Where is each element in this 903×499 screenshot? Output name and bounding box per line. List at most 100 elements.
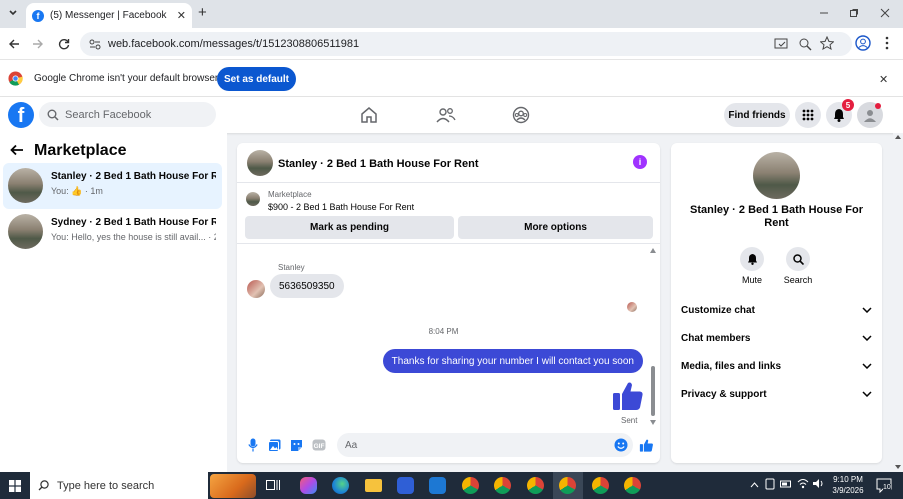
windows-start-icon[interactable] xyxy=(9,480,21,495)
taskbar-search-input[interactable]: Type here to search xyxy=(30,472,208,499)
listing-thumbnail[interactable] xyxy=(246,192,260,206)
banner-close-icon[interactable]: ✕ xyxy=(879,73,888,86)
privacy-support-row[interactable]: Privacy & support xyxy=(681,382,872,406)
photo-icon[interactable] xyxy=(266,437,282,453)
chrome-taskbar-icon[interactable] xyxy=(592,477,609,494)
task-view-icon[interactable] xyxy=(266,479,280,494)
tab-search-icon[interactable] xyxy=(6,6,20,20)
conversation-item-sydney[interactable]: Sydney · 2 Bed 1 Bath House For R... You… xyxy=(3,209,222,255)
site-info-icon[interactable] xyxy=(89,38,101,53)
home-icon[interactable] xyxy=(360,106,378,127)
listing-large-avatar[interactable] xyxy=(753,152,800,199)
scrollbar-thumb[interactable] xyxy=(651,366,655,416)
window-close-icon[interactable] xyxy=(873,4,897,22)
message-input-placeholder: Aa xyxy=(345,439,358,451)
user-tray-icon[interactable] xyxy=(765,478,775,492)
microsoft-store-icon[interactable] xyxy=(397,477,414,494)
groups-icon[interactable] xyxy=(512,106,530,127)
like-send-icon[interactable] xyxy=(638,437,654,453)
bookmark-star-icon[interactable] xyxy=(819,35,835,53)
search-conversation-button[interactable]: Search xyxy=(776,247,820,285)
chat-avatar[interactable] xyxy=(247,150,273,176)
chrome-taskbar-icon-active[interactable] xyxy=(559,477,576,494)
microphone-icon[interactable] xyxy=(245,437,261,453)
marketplace-listing-box: Marketplace $900 - 2 Bed 1 Bath House Fo… xyxy=(237,184,660,244)
friends-icon[interactable] xyxy=(436,106,456,127)
find-friends-button[interactable]: Find friends xyxy=(724,103,790,127)
sticker-icon[interactable] xyxy=(288,437,304,453)
details-title: Stanley · 2 Bed 1 Bath House For Rent xyxy=(690,204,863,229)
thread-scrollbar[interactable] xyxy=(650,248,656,425)
restore-icon[interactable] xyxy=(842,4,866,22)
tray-chevron-icon[interactable] xyxy=(750,480,759,490)
url-bar[interactable]: web.facebook.com/messages/t/151230880651… xyxy=(80,32,852,56)
mute-label: Mute xyxy=(741,275,762,285)
incoming-message[interactable]: 5636509350 xyxy=(270,274,344,298)
outgoing-message[interactable]: Thanks for sharing your number I will co… xyxy=(382,349,643,373)
back-arrow-icon[interactable] xyxy=(10,144,24,159)
minimize-icon[interactable] xyxy=(812,4,836,22)
search-icon xyxy=(47,109,59,121)
set-as-default-button[interactable]: Set as default xyxy=(217,67,296,91)
emoji-icon[interactable] xyxy=(614,438,628,455)
edge-icon[interactable] xyxy=(332,477,349,494)
info-icon[interactable]: i xyxy=(633,155,647,169)
system-clock[interactable]: 9:10 PM 3/9/2026 xyxy=(826,474,870,496)
back-icon[interactable] xyxy=(4,34,24,54)
chat-title[interactable]: Stanley · 2 Bed 1 Bath House For Rent xyxy=(278,158,478,170)
wifi-icon[interactable] xyxy=(797,478,809,491)
forward-icon[interactable] xyxy=(28,34,48,54)
notification-badge: 5 xyxy=(842,99,854,111)
tab-close-icon[interactable]: ✕ xyxy=(177,9,186,22)
listing-price-title[interactable]: $900 - 2 Bed 1 Bath House For Rent xyxy=(268,202,414,212)
chrome-taskbar-icon[interactable] xyxy=(624,477,641,494)
conversation-item-stanley[interactable]: Stanley · 2 Bed 1 Bath House For R... Yo… xyxy=(3,163,222,209)
search-placeholder: Search Facebook xyxy=(65,108,152,121)
chevron-down-icon xyxy=(862,363,872,369)
clock-date: 3/9/2026 xyxy=(832,486,864,495)
volume-icon[interactable] xyxy=(812,478,824,491)
message-timestamp: 8:04 PM xyxy=(428,327,459,336)
sender-avatar[interactable] xyxy=(247,280,265,298)
mute-button[interactable]: Mute xyxy=(730,247,774,285)
facebook-search-input[interactable]: Search Facebook xyxy=(39,102,216,127)
search-icon xyxy=(38,480,49,491)
battery-icon[interactable] xyxy=(780,479,792,491)
chrome-menu-icon[interactable] xyxy=(884,36,890,53)
gif-icon[interactable]: GIF xyxy=(311,437,327,453)
file-explorer-icon[interactable] xyxy=(365,479,382,492)
copilot-icon[interactable] xyxy=(300,477,317,494)
listing-avatar xyxy=(8,214,43,249)
facebook-logo[interactable]: f xyxy=(8,102,34,128)
chevron-down-icon xyxy=(862,335,872,341)
search-icon xyxy=(786,247,810,271)
menu-grid-icon[interactable] xyxy=(795,102,821,128)
media-files-links-row[interactable]: Media, files and links xyxy=(681,354,872,378)
chat-header: Stanley · 2 Bed 1 Bath House For Rent i xyxy=(237,143,660,183)
browser-tab[interactable]: f (5) Messenger | Facebook ✕ xyxy=(26,3,192,28)
conversation-snippet: You: 👍 · 1m xyxy=(51,186,103,196)
marketplace-label: Marketplace xyxy=(268,190,312,199)
zoom-icon[interactable] xyxy=(798,37,812,54)
taskbar-search-placeholder: Type here to search xyxy=(57,479,155,492)
mail-icon[interactable] xyxy=(429,477,446,494)
section-label: Customize chat xyxy=(681,304,755,316)
chrome-taskbar-icon[interactable] xyxy=(462,477,479,494)
cast-icon[interactable] xyxy=(774,37,788,54)
reload-icon[interactable] xyxy=(54,34,74,54)
notification-center-icon[interactable]: 10 xyxy=(876,478,892,494)
more-options-button[interactable]: More options xyxy=(458,216,653,239)
thumbs-up-icon[interactable] xyxy=(611,379,645,413)
chrome-taskbar-icon[interactable] xyxy=(494,477,511,494)
section-label: Media, files and links xyxy=(681,360,782,372)
message-input[interactable]: Aa xyxy=(337,433,633,457)
search-highlight-image[interactable] xyxy=(210,474,256,498)
page-scrollbar[interactable] xyxy=(893,133,903,472)
chrome-taskbar-icon[interactable] xyxy=(527,477,544,494)
new-tab-button[interactable]: + xyxy=(198,4,212,21)
profile-icon[interactable] xyxy=(855,35,871,54)
mark-as-pending-button[interactable]: Mark as pending xyxy=(245,216,454,239)
chat-members-row[interactable]: Chat members xyxy=(681,326,872,350)
message-thread[interactable]: Stanley 5636509350 8:04 PM Thanks for sh… xyxy=(237,246,660,429)
customize-chat-row[interactable]: Customize chat xyxy=(681,298,872,322)
